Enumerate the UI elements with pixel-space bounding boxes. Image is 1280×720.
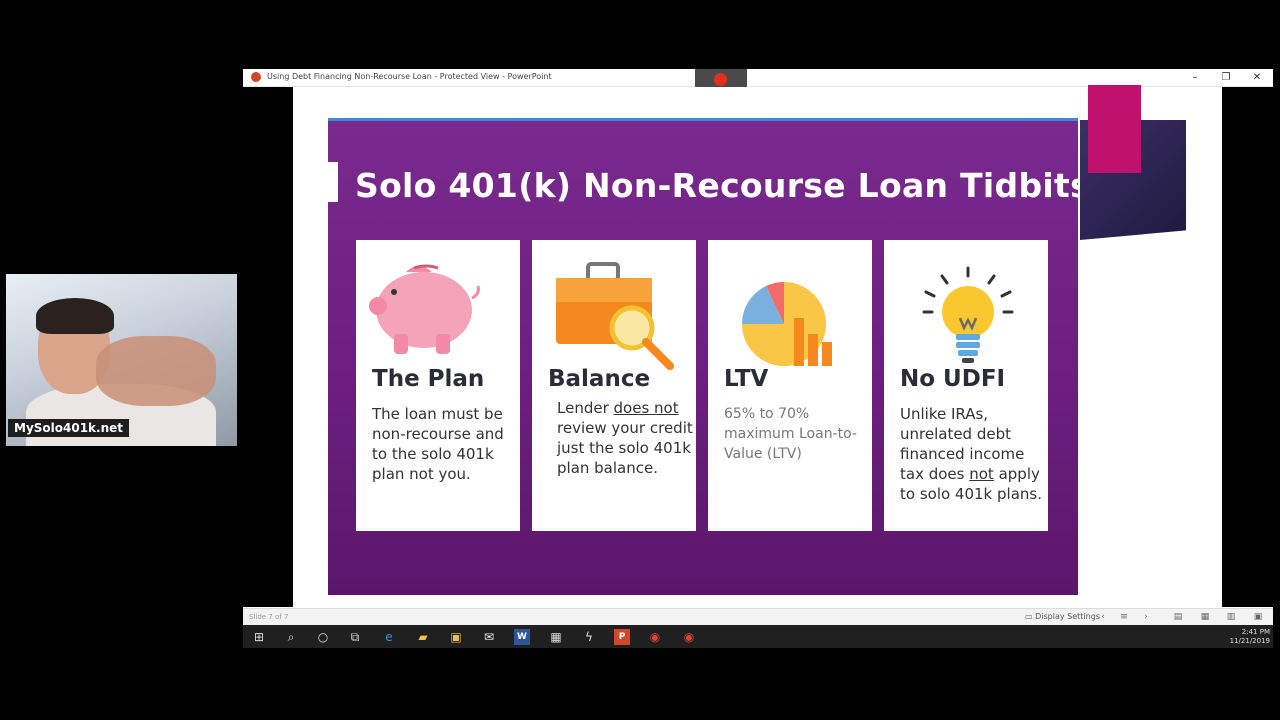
slide-number: Slide 7 of 7 bbox=[249, 613, 289, 621]
card-heading: The Plan bbox=[372, 366, 485, 392]
task-view-icon[interactable]: ⧉ bbox=[347, 629, 363, 645]
presenter-hair bbox=[36, 298, 114, 334]
word-icon[interactable]: W bbox=[514, 629, 530, 645]
card-balance: Balance Lender does not review your cred… bbox=[532, 240, 696, 531]
next-slide-icon[interactable]: › bbox=[1141, 612, 1151, 622]
card-body-text: review your credit just the solo 401k pl… bbox=[557, 419, 693, 477]
presenter-hand bbox=[96, 336, 216, 406]
pie-bar-chart-icon bbox=[741, 281, 832, 366]
window-title: Using Debt Financing Non-Recourse Loan -… bbox=[267, 72, 552, 81]
pink-decoration bbox=[1088, 85, 1141, 173]
slide: Solo 401(k) Non-Recourse Loan Tidbits Th… bbox=[328, 118, 1078, 595]
chrome-icon[interactable]: ◉ bbox=[647, 629, 663, 645]
card-body-underline: not bbox=[969, 465, 994, 483]
taskbar: ⊞ ⌕ ○ ⧉ e ▰ ▣ ✉ W ▦ ϟ P ◉ ◉ 2:41 PM 11/2… bbox=[243, 625, 1273, 648]
previous-slide-icon[interactable]: ‹ bbox=[1098, 612, 1108, 622]
card-body: 65% to 70% maximum Loan-to-Value (LTV) bbox=[724, 406, 857, 462]
left-margin bbox=[243, 87, 293, 607]
powerpoint-taskbar-icon[interactable]: P bbox=[614, 629, 630, 645]
reading-view-icon[interactable]: ▥ bbox=[1226, 612, 1236, 622]
normal-view-icon[interactable]: ▤ bbox=[1173, 612, 1183, 622]
mail-icon[interactable]: ✉ bbox=[481, 629, 497, 645]
status-bar: Slide 7 of 7 ▭ Display Settings ‹ ≡ › ▤ … bbox=[243, 608, 1273, 625]
card-body: The loan must be non-recourse and to the… bbox=[372, 405, 504, 483]
slide-sorter-icon[interactable]: ▦ bbox=[1200, 612, 1210, 622]
windows-start-icon[interactable]: ⊞ bbox=[251, 629, 267, 645]
display-settings-button[interactable]: ▭ Display Settings bbox=[1025, 612, 1100, 621]
file-explorer-icon[interactable]: ▰ bbox=[415, 629, 431, 645]
record-icon bbox=[714, 73, 727, 86]
card-body-text: Lender bbox=[557, 399, 614, 417]
card-no-udfi: No UDFI Unlike IRAs, unrelated debt fina… bbox=[884, 240, 1048, 531]
lightbulb-icon bbox=[922, 266, 1014, 363]
powerpoint-icon bbox=[251, 72, 261, 82]
cortana-icon[interactable]: ○ bbox=[315, 629, 331, 645]
clock-time: 2:41 PM bbox=[1241, 628, 1270, 636]
slide-top-line bbox=[328, 118, 1078, 121]
slide-title: Solo 401(k) Non-Recourse Loan Tidbits bbox=[355, 166, 1078, 205]
display-settings-label: Display Settings bbox=[1035, 612, 1100, 621]
card-body: Unlike IRAs, unrelated debt financed inc… bbox=[900, 404, 1042, 504]
store-icon[interactable]: ▣ bbox=[448, 629, 464, 645]
right-margin bbox=[1222, 87, 1273, 607]
menu-icon[interactable]: ≡ bbox=[1119, 612, 1129, 622]
slideshow-icon[interactable]: ▣ bbox=[1253, 612, 1263, 622]
clock-date: 11/21/2019 bbox=[1229, 637, 1270, 645]
piggy-bank-icon bbox=[369, 264, 480, 354]
card-the-plan: The Plan The loan must be non-recourse a… bbox=[356, 240, 520, 531]
card-body-underline: does not bbox=[613, 399, 679, 417]
minimize-button[interactable]: – bbox=[1180, 70, 1210, 85]
card-ltv: LTV 65% to 70% maximum Loan-to-Value (LT… bbox=[708, 240, 872, 531]
card-body: Lender does not review your credit just … bbox=[557, 398, 699, 478]
powerpoint-window: Using Debt Financing Non-Recourse Loan -… bbox=[243, 69, 1273, 625]
search-icon[interactable]: ⌕ bbox=[283, 629, 299, 645]
monitor-icon: ▭ bbox=[1025, 612, 1036, 621]
webcam-label: MySolo401k.net bbox=[8, 419, 130, 437]
card-heading: Balance bbox=[548, 366, 651, 392]
app-icon[interactable]: ϟ bbox=[581, 629, 597, 645]
calculator-icon[interactable]: ▦ bbox=[548, 629, 564, 645]
slide-left-tab bbox=[328, 162, 338, 202]
edge-icon[interactable]: e bbox=[381, 629, 397, 645]
chrome-icon-2[interactable]: ◉ bbox=[681, 629, 697, 645]
close-button[interactable]: ✕ bbox=[1242, 70, 1272, 85]
card-heading: No UDFI bbox=[900, 366, 1006, 392]
card-heading: LTV bbox=[724, 366, 769, 392]
briefcase-magnifier-icon bbox=[556, 262, 674, 370]
restore-button[interactable]: ❐ bbox=[1211, 70, 1241, 85]
system-clock[interactable]: 2:41 PM 11/21/2019 bbox=[1218, 628, 1270, 646]
